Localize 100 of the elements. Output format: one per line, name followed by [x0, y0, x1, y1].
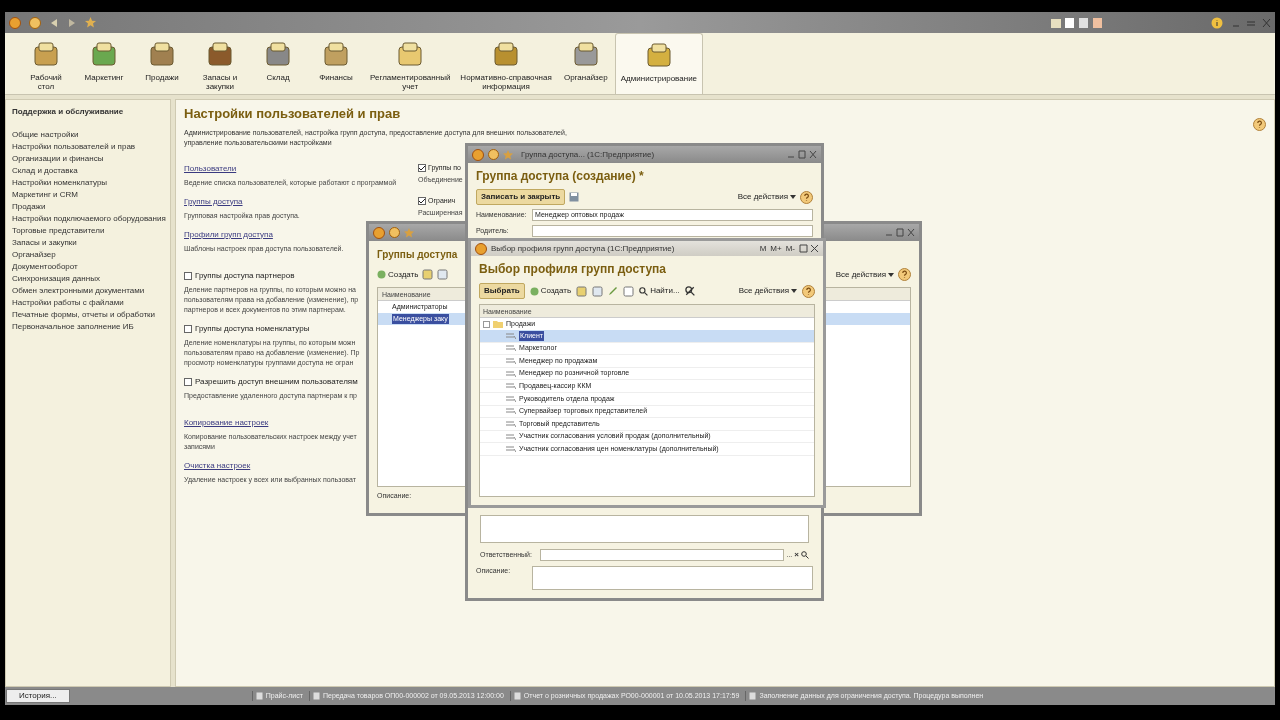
profile-icon	[506, 370, 516, 377]
section-tab[interactable]: Склад	[249, 33, 307, 94]
section-tab[interactable]: Рабочий стол	[17, 33, 75, 94]
settings-link[interactable]: Копирование настроек	[184, 416, 269, 429]
option-checkbox[interactable]: Группы доступа партнеров	[184, 269, 295, 282]
settings-link[interactable]: Очистка настроек	[184, 459, 251, 472]
sidebar-item[interactable]: Настройки пользователей и прав	[12, 141, 164, 153]
add-folder-icon[interactable]	[576, 285, 588, 297]
menu-circle-icon[interactable]	[389, 227, 400, 238]
star-icon[interactable]	[85, 17, 96, 28]
text-area[interactable]	[480, 515, 809, 543]
history-button[interactable]: История...	[6, 689, 70, 703]
star-icon[interactable]	[503, 149, 513, 160]
sidebar-item[interactable]: Настройки номенклатуры	[12, 177, 164, 189]
profile-icon	[506, 345, 516, 352]
app-logo-icon[interactable]	[9, 16, 21, 29]
sidebar-item[interactable]: Общие настройки	[12, 129, 164, 141]
section-tab[interactable]: Финансы	[307, 33, 365, 94]
all-actions-button[interactable]: Все действия	[835, 268, 894, 281]
sidebar-item[interactable]: Маркетинг и CRM	[12, 189, 164, 201]
profile-icon	[506, 433, 516, 440]
sidebar-item[interactable]: Первоначальное заполнение ИБ	[12, 321, 164, 333]
sidebar-item[interactable]: Продажи	[12, 201, 164, 213]
profile-icon	[506, 408, 516, 415]
sidebar-item[interactable]: Запасы и закупки	[12, 237, 164, 249]
section-label: Склад	[266, 73, 290, 82]
option-checkbox[interactable]: Разрешить доступ внешним пользователям	[184, 375, 358, 388]
section-tab[interactable]: Маркетинг	[75, 33, 133, 94]
profile-icon	[506, 395, 516, 402]
description-field[interactable]	[532, 566, 813, 590]
clear-button[interactable]: ×	[794, 549, 799, 561]
cancel-search-icon[interactable]	[684, 286, 695, 296]
memory-button[interactable]: M	[759, 242, 767, 255]
section-label: Маркетинг	[84, 73, 124, 82]
memory-button[interactable]: M-	[785, 242, 795, 255]
app-logo-icon[interactable]	[472, 148, 484, 161]
menu-circle-icon[interactable]	[29, 16, 41, 29]
sidebar-item[interactable]: Синхронизация данных	[12, 273, 164, 285]
find-button[interactable]: Найти...	[639, 285, 680, 297]
create-button[interactable]: Создать	[529, 285, 572, 297]
text-field[interactable]	[532, 225, 813, 237]
profile-icon	[506, 332, 516, 339]
section-label: Запасы и закупки	[202, 73, 238, 91]
all-actions-button[interactable]: Все действия	[738, 285, 797, 297]
save-icon[interactable]	[569, 192, 580, 202]
settings-link[interactable]: Группы доступа	[184, 195, 243, 208]
sidebar-item[interactable]: Настройки работы с файлами	[12, 297, 164, 309]
all-actions-button[interactable]: Все действия	[737, 191, 796, 203]
help-icon[interactable]	[802, 284, 815, 298]
star-icon[interactable]	[404, 227, 414, 238]
sidebar-item[interactable]: Органайзер	[12, 249, 164, 261]
sidebar-item[interactable]: Торговые представители	[12, 225, 164, 237]
menu-circle-icon[interactable]	[488, 149, 499, 160]
sidebar-item[interactable]: Печатные формы, отчеты и обработки	[12, 309, 164, 321]
profile-icon	[506, 446, 516, 453]
sidebar-item[interactable]: Документооборот	[12, 261, 164, 273]
caret-icon	[791, 289, 797, 293]
option-checkbox[interactable]: Группы доступа номенклатуры	[184, 322, 310, 335]
section-tab[interactable]: Запасы и закупки	[191, 33, 249, 94]
delete-icon[interactable]	[623, 285, 635, 297]
search-icon	[639, 286, 649, 296]
page-title: Настройки пользователей и прав	[184, 105, 402, 123]
help-icon[interactable]	[898, 268, 911, 281]
add-folder-icon[interactable]	[422, 269, 434, 280]
section-tab[interactable]: Регламентированный учет	[365, 33, 456, 94]
section-label: Продажи	[145, 73, 179, 82]
app-logo-icon[interactable]	[373, 226, 385, 239]
tree-toggle[interactable]	[483, 320, 490, 328]
window-controls-icon[interactable]	[799, 244, 819, 253]
sidebar-item[interactable]: Организации и финансы	[12, 153, 164, 165]
help-icon[interactable]	[800, 190, 813, 204]
section-label: Органайзер	[563, 73, 608, 82]
search-icon[interactable]	[801, 551, 809, 559]
section-label: Финансы	[319, 73, 353, 82]
settings-link[interactable]: Профили групп доступа	[184, 228, 273, 241]
memory-button[interactable]: M+	[770, 242, 782, 255]
back-arrow-icon[interactable]	[49, 17, 59, 28]
section-tab[interactable]: Продажи	[133, 33, 191, 94]
window-title: Выбор профиля групп доступа (1С:Предприятие)	[491, 242, 675, 255]
responsible-field[interactable]	[540, 549, 785, 561]
help-icon[interactable]	[1253, 118, 1266, 131]
select-button[interactable]: Выбрать	[479, 283, 525, 299]
settings-link[interactable]: Пользователи	[184, 162, 237, 175]
copy-icon[interactable]	[592, 285, 604, 297]
section-tab[interactable]: Нормативно-справочная информация	[455, 33, 557, 94]
save-and-close-button[interactable]: Записать и закрыть	[476, 189, 566, 205]
profile-icon	[506, 358, 516, 364]
plus-circle-icon	[529, 286, 539, 296]
copy-icon[interactable]	[437, 269, 449, 280]
forward-arrow-icon[interactable]	[67, 17, 77, 28]
sidebar-item[interactable]: Обмен электронными документами	[12, 285, 164, 297]
section-tab[interactable]: Органайзер	[556, 33, 615, 94]
pencil-icon[interactable]	[608, 286, 619, 296]
sidebar-item[interactable]: Настройки подключаемого оборудования	[12, 213, 164, 225]
app-logo-icon[interactable]	[475, 242, 487, 255]
sidebar-item[interactable]: Склад и доставка	[12, 165, 164, 177]
create-button[interactable]: Создать	[377, 268, 419, 281]
section-tab[interactable]: Администрирование	[614, 33, 704, 94]
window-heading: Группы доступа	[377, 248, 458, 262]
toolbar-icons-drawing[interactable]	[1049, 16, 1105, 29]
